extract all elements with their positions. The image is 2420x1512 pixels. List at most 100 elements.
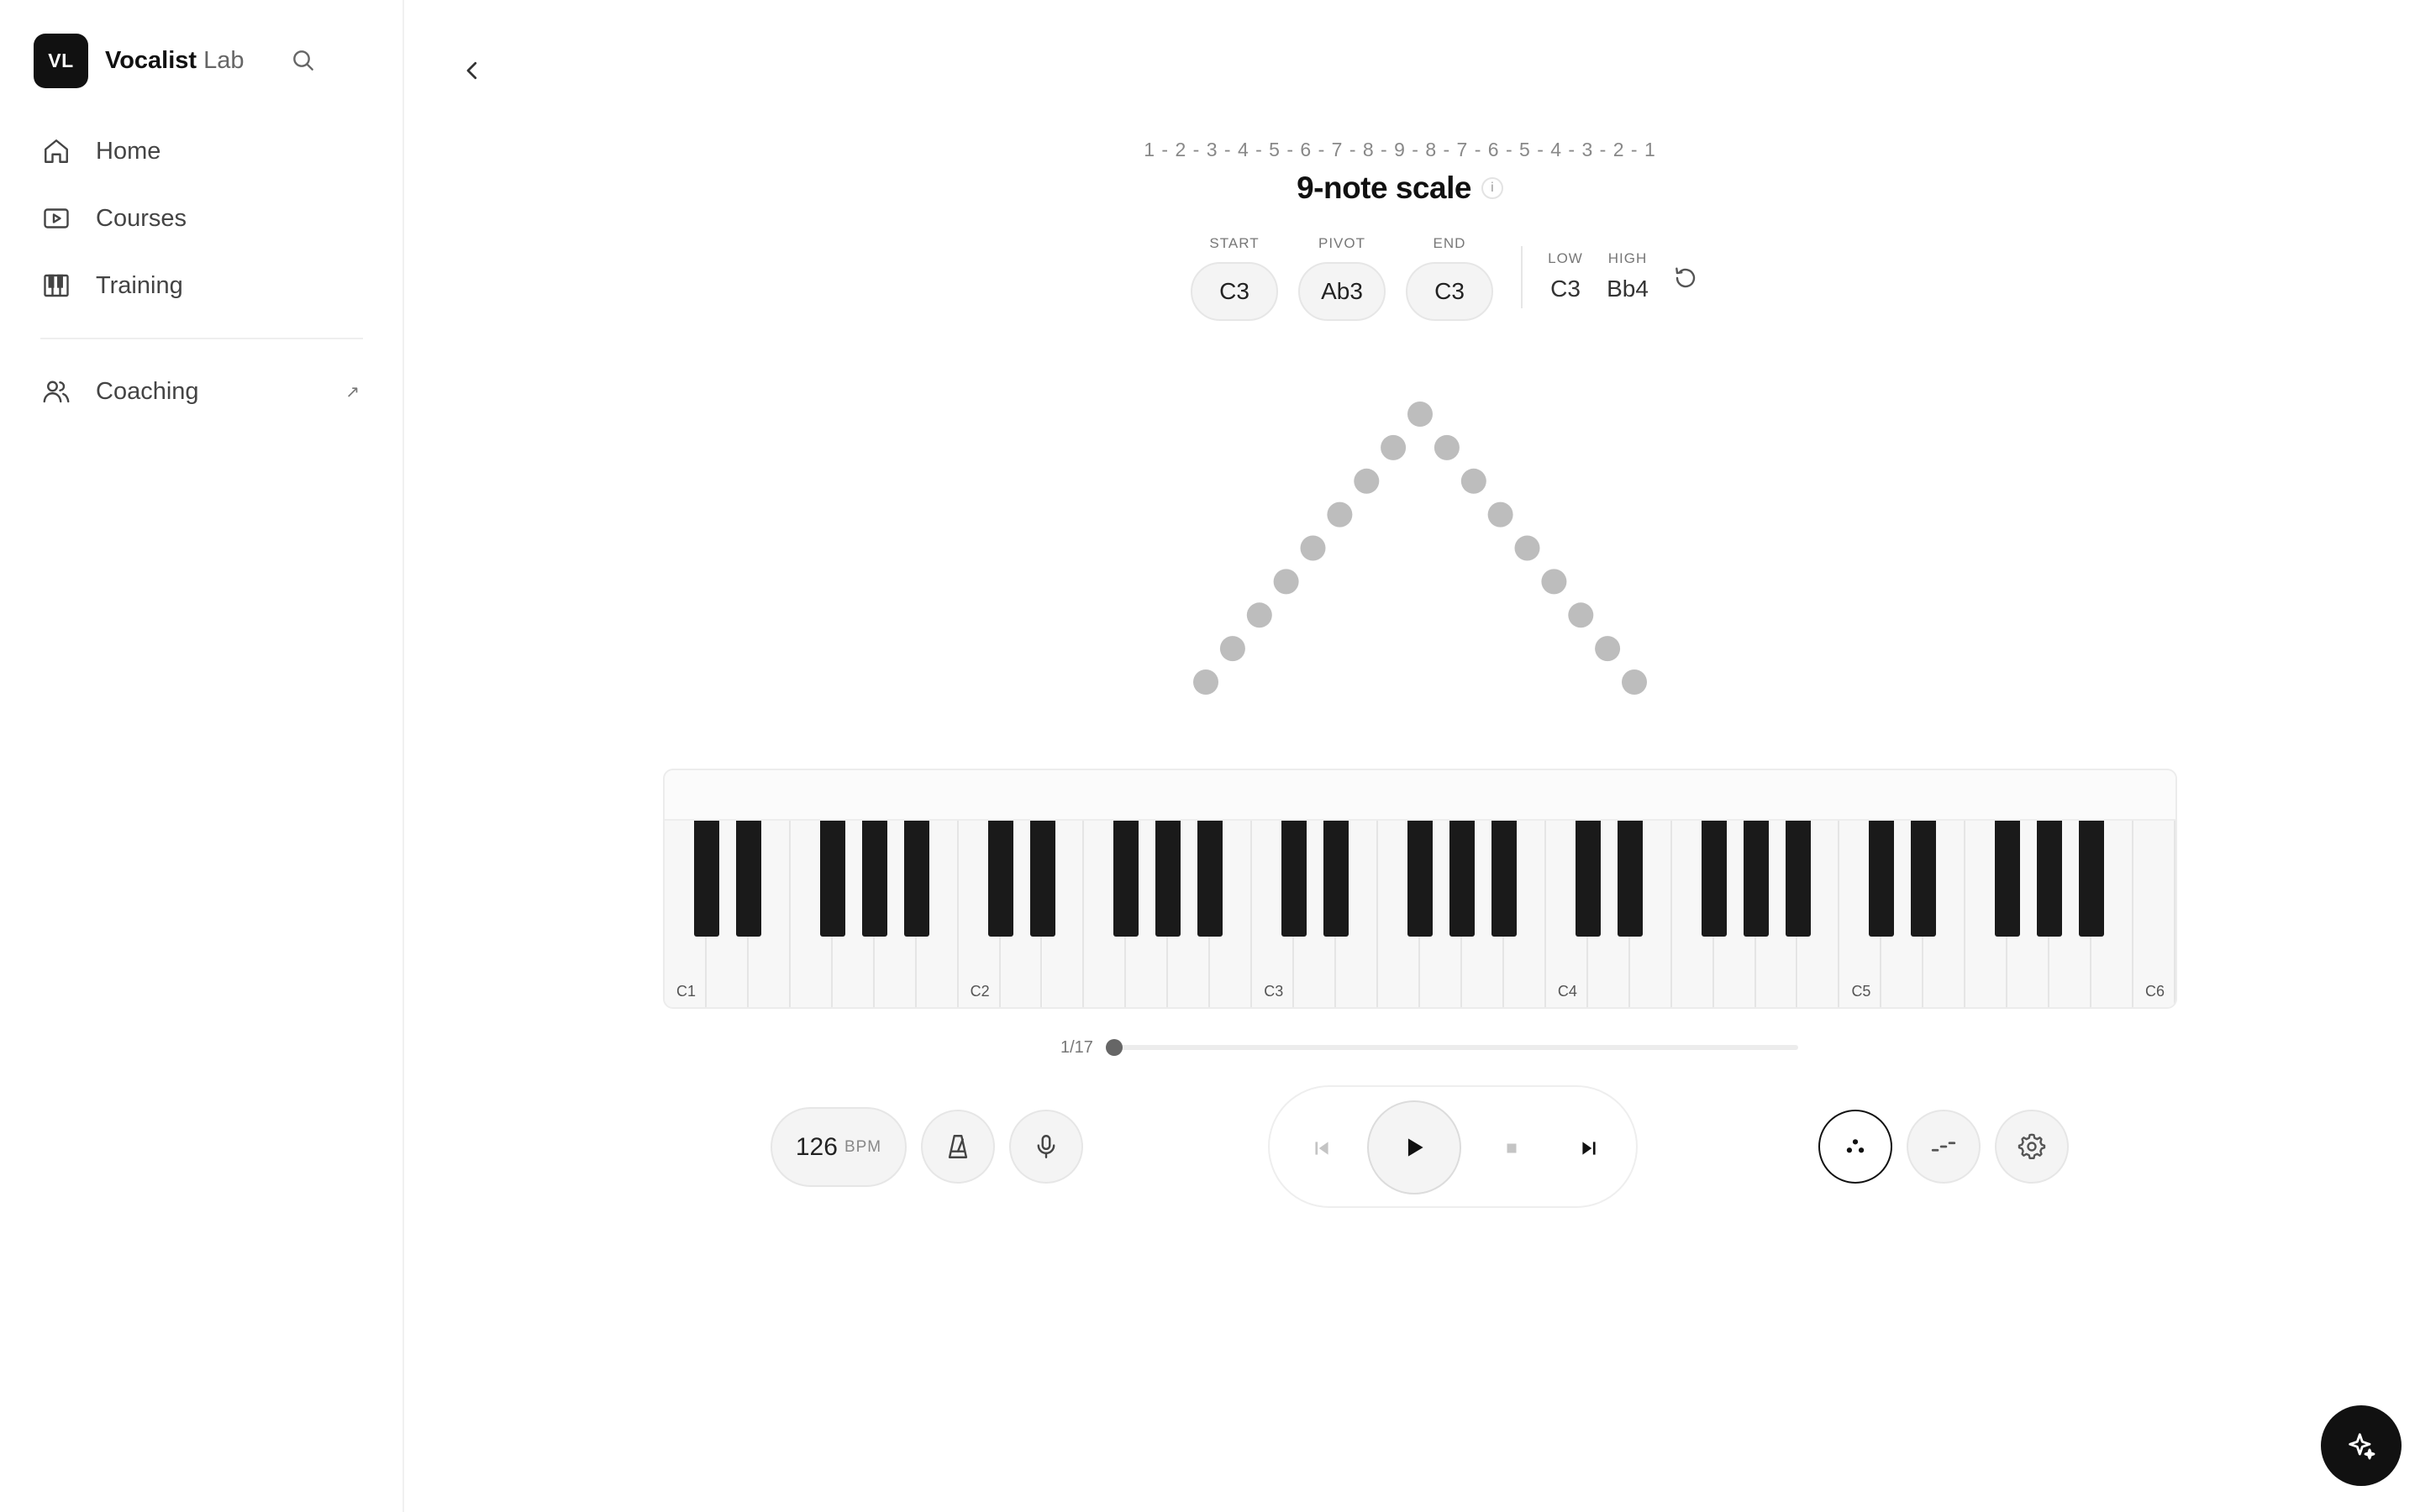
piano-black-key[interactable] — [1743, 821, 1769, 937]
dots-view-button[interactable] — [1818, 1110, 1892, 1184]
piano-black-key[interactable] — [1491, 821, 1517, 937]
ai-assistant-button[interactable] — [2321, 1405, 2402, 1486]
scale-note-dot — [1541, 569, 1567, 595]
skip-forward-button[interactable] — [1572, 1131, 1606, 1165]
users-icon — [40, 375, 72, 407]
start-note-select[interactable]: C3 — [1191, 262, 1278, 321]
high-label: HIGH — [1607, 250, 1648, 266]
low-value: C3 — [1550, 276, 1581, 302]
scale-note-dot — [1273, 569, 1299, 595]
dots-view-icon — [1846, 1139, 1865, 1153]
sidebar-item-label: Home — [96, 137, 161, 165]
piano-black-key[interactable] — [861, 821, 887, 937]
exercise-title: 9-note scale — [1297, 171, 1471, 205]
start-note-field: START C3 — [1191, 235, 1278, 321]
skip-back-button[interactable] — [1305, 1131, 1339, 1165]
low-label: LOW — [1548, 250, 1583, 266]
progress-handle[interactable] — [1106, 1039, 1123, 1056]
stop-icon — [1507, 1143, 1517, 1153]
end-note-field: END C3 — [1406, 235, 1493, 321]
sidebar-item-coaching[interactable]: Coaching ↗ — [34, 358, 370, 425]
piano-black-key[interactable] — [1617, 821, 1643, 937]
piano-black-key[interactable] — [1323, 821, 1349, 937]
piano-black-key[interactable] — [2037, 821, 2063, 937]
sidebar-item-label: Coaching — [96, 377, 199, 405]
scale-note-dot — [1595, 636, 1621, 662]
sidebar-item-home[interactable]: Home — [34, 118, 370, 185]
gear-icon — [2018, 1133, 2046, 1159]
piano-black-key[interactable] — [819, 821, 845, 937]
piano-black-key[interactable] — [1155, 821, 1181, 937]
info-button[interactable]: i — [1481, 177, 1503, 199]
sidebar-item-courses[interactable]: Courses — [34, 185, 370, 252]
stop-button[interactable] — [1495, 1131, 1528, 1165]
piano-black-key[interactable] — [1911, 821, 1937, 937]
skip-back-icon — [1315, 1142, 1328, 1155]
brand-name: Vocalist — [105, 47, 197, 74]
piano-black-key[interactable] — [1407, 821, 1433, 937]
play-icon — [1407, 1138, 1423, 1157]
piano-black-key[interactable] — [903, 821, 929, 937]
piano-black-key[interactable] — [1029, 821, 1055, 937]
pivot-note-select[interactable]: Ab3 — [1298, 262, 1386, 321]
scale-note-dot — [1300, 535, 1326, 561]
transport-controls — [1268, 1085, 1638, 1208]
piano-black-key[interactable] — [1449, 821, 1475, 937]
sidebar: VL Vocalist Lab Home Courses Training Co… — [0, 0, 404, 1512]
high-value: Bb4 — [1607, 276, 1649, 302]
metronome-button[interactable] — [921, 1110, 995, 1184]
octave-label: C4 — [1557, 983, 1577, 1000]
octave-label: C2 — [970, 983, 990, 1000]
nav-divider — [40, 338, 363, 339]
high-range-field[interactable]: HIGH Bb4 — [1603, 250, 1652, 302]
piano-black-key[interactable] — [735, 821, 761, 937]
settings-button[interactable] — [1995, 1110, 2069, 1184]
skip-forward-icon — [1582, 1142, 1596, 1155]
piano-black-key[interactable] — [1701, 821, 1727, 937]
exercise-title-row: 9-note scale i — [840, 171, 1960, 206]
low-range-field[interactable]: LOW C3 — [1544, 250, 1586, 302]
sidebar-item-training[interactable]: Training — [34, 252, 370, 319]
piano-black-key[interactable] — [2079, 821, 2105, 937]
piano-black-key[interactable] — [1281, 821, 1307, 937]
piano-black-key[interactable] — [1197, 821, 1223, 937]
piano-black-key[interactable] — [1113, 821, 1139, 937]
piano-icon — [40, 270, 72, 302]
end-note-select[interactable]: C3 — [1406, 262, 1493, 321]
sidebar-item-label: Training — [96, 271, 183, 299]
brand[interactable]: VL Vocalist Lab — [34, 34, 244, 88]
piano-black-key[interactable] — [1785, 821, 1811, 937]
scale-note-dot — [1381, 434, 1407, 460]
play-square-icon — [40, 202, 72, 234]
bpm-control[interactable]: 126 BPM — [771, 1107, 907, 1187]
scale-note-dot — [1487, 501, 1513, 528]
sidebar-item-label: Courses — [96, 204, 187, 232]
pivot-note-field: PIVOT Ab3 — [1298, 235, 1386, 321]
piano-black-key[interactable] — [987, 821, 1013, 937]
collapse-sidebar-button[interactable] — [457, 55, 487, 86]
progress-track[interactable] — [1106, 1039, 1798, 1056]
play-button[interactable] — [1367, 1100, 1461, 1194]
piano-black-key[interactable] — [693, 821, 719, 937]
piano-black-key[interactable] — [1575, 821, 1601, 937]
lines-view-icon — [1931, 1142, 1956, 1152]
end-label: END — [1433, 235, 1466, 251]
pivot-label: PIVOT — [1318, 235, 1365, 251]
scale-note-dot — [1219, 636, 1245, 662]
piano-black-key[interactable] — [1869, 821, 1895, 937]
scale-note-dot — [1354, 468, 1380, 494]
scale-note-dot — [1622, 669, 1647, 695]
piano-black-key[interactable] — [1995, 821, 2021, 937]
search-icon — [293, 50, 313, 71]
octave-label: C1 — [676, 983, 697, 1000]
reset-button[interactable] — [1670, 263, 1701, 293]
sidebar-nav: Home Courses Training Coaching ↗ — [34, 118, 370, 425]
piano-keyboard: C1 C2 C3 C4 C5 C6 — [663, 769, 2177, 1009]
scale-note-dot — [1407, 402, 1433, 427]
microphone-button[interactable] — [1009, 1110, 1083, 1184]
brand-suffix: Lab — [203, 47, 245, 74]
search-button[interactable] — [287, 45, 319, 76]
piano-white-key[interactable]: C6 — [2133, 821, 2175, 1007]
range-divider — [1521, 246, 1523, 308]
lines-view-button[interactable] — [1907, 1110, 1981, 1184]
